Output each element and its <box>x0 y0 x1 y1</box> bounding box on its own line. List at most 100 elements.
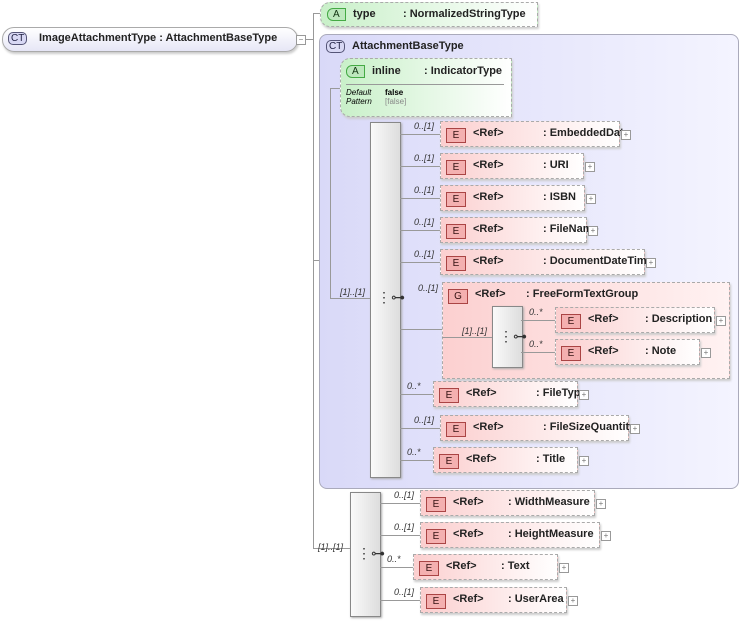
collapse-icon[interactable]: − <box>296 35 306 45</box>
attribute-inline[interactable]: A inline : IndicatorType Default false P… <box>340 58 512 117</box>
element-ref: <Ref> <box>473 421 504 433</box>
expand-icon[interactable]: + <box>621 130 631 140</box>
element-box[interactable]: E <Ref> : URI <box>440 153 584 179</box>
expand-icon[interactable]: + <box>716 316 726 326</box>
element-box[interactable]: E <Ref> : DocumentDateTime <box>440 249 653 275</box>
element-type: : Title <box>536 453 566 465</box>
default-value: false <box>385 88 404 97</box>
sequence-icon: ⋮⊶ <box>499 328 527 344</box>
complex-type-icon: CT <box>326 40 346 53</box>
element-type: : Note <box>645 345 677 357</box>
element-multiplicity: 0..[1] <box>414 217 435 227</box>
element-type: : Description <box>645 313 713 325</box>
element-icon: E <box>561 314 581 329</box>
element-box[interactable]: E <Ref> : Description <box>555 307 715 333</box>
expand-icon[interactable]: + <box>646 258 656 268</box>
element-box[interactable]: E <Ref> : WidthMeasure <box>420 490 595 516</box>
attribute-icon: A <box>346 65 365 78</box>
element-type: : URI <box>543 159 569 171</box>
element-ref: <Ref> <box>473 191 504 203</box>
element-icon: E <box>446 422 466 437</box>
element-box[interactable]: E <Ref> : FileType <box>433 381 587 407</box>
element-multiplicity: 0..* <box>529 339 543 349</box>
connector <box>400 230 440 231</box>
element-box[interactable]: E <Ref> : HeightMeasure <box>420 522 600 548</box>
connector <box>400 166 440 167</box>
expand-icon[interactable]: + <box>630 424 640 434</box>
connector <box>521 352 555 353</box>
connector <box>330 298 370 299</box>
element-box[interactable]: E <Ref> : FileSizeQuantity <box>440 415 635 441</box>
element-box[interactable]: E <Ref> : Note <box>555 339 700 365</box>
element-icon: E <box>446 160 466 175</box>
element-type: : WidthMeasure <box>508 496 590 508</box>
element-multiplicity: 0..[1] <box>394 587 415 597</box>
element-multiplicity: 0..[1] <box>414 415 435 425</box>
connector <box>330 88 331 298</box>
element-type: : EmbeddedData <box>543 127 630 139</box>
element-ref: <Ref> <box>453 593 484 605</box>
root-complex-type[interactable]: CT ImageAttachmentType : AttachmentBaseT… <box>2 27 298 52</box>
element-icon: E <box>439 388 459 403</box>
element-icon: E <box>446 192 466 207</box>
attribute-type-name: : IndicatorType <box>424 65 503 77</box>
element-box[interactable]: E <Ref> : Text <box>413 554 558 580</box>
group-sequence-compositor[interactable]: ⋮⊶ <box>492 306 527 368</box>
element-ref: <Ref> <box>473 255 504 267</box>
ext-sequence-multiplicity: [1]..[1] <box>318 542 344 552</box>
element-multiplicity: 0..[1] <box>394 490 415 500</box>
attribute-type-name: : NormalizedStringType <box>403 8 526 20</box>
element-multiplicity: 0..* <box>407 447 421 457</box>
element-box[interactable]: E <Ref> : UserArea <box>420 587 567 613</box>
expand-icon[interactable]: + <box>568 596 578 606</box>
expand-icon[interactable]: + <box>601 531 611 541</box>
connector <box>380 503 420 504</box>
element-multiplicity: 0..[1] <box>414 153 435 163</box>
group-ref: <Ref> <box>475 288 506 300</box>
element-icon: E <box>426 529 446 544</box>
expand-icon[interactable]: + <box>588 226 598 236</box>
sequence-compositor[interactable]: ⋮⊶ <box>370 122 405 478</box>
element-box[interactable]: E <Ref> : ISBN <box>440 185 585 211</box>
attribute-icon: A <box>327 8 346 21</box>
root-type-name: ImageAttachmentType : AttachmentBaseType <box>39 32 278 44</box>
connector <box>305 39 313 40</box>
attribute-type[interactable]: A type : NormalizedStringType <box>320 2 538 27</box>
element-type: : ISBN <box>543 191 576 203</box>
element-box[interactable]: E <Ref> : FileName <box>440 217 599 243</box>
element-ref: <Ref> <box>466 453 497 465</box>
element-multiplicity: 0..[1] <box>414 249 435 259</box>
ext-sequence-compositor[interactable]: ⋮⊶ <box>350 492 385 617</box>
element-ref: <Ref> <box>473 159 504 171</box>
expand-icon[interactable]: + <box>579 390 589 400</box>
element-icon: E <box>426 497 446 512</box>
expand-icon[interactable]: + <box>586 194 596 204</box>
element-ref: <Ref> <box>453 528 484 540</box>
element-ref: <Ref> <box>588 313 619 325</box>
element-ref: <Ref> <box>473 127 504 139</box>
element-box[interactable]: E <Ref> : EmbeddedData <box>440 121 630 147</box>
element-icon: E <box>439 454 459 469</box>
element-ref: <Ref> <box>473 223 504 235</box>
connector <box>400 428 440 429</box>
element-type: : DocumentDateTime <box>543 255 653 267</box>
connector <box>380 600 420 601</box>
expand-icon[interactable]: + <box>579 456 589 466</box>
expand-icon[interactable]: + <box>596 499 606 509</box>
expand-icon[interactable]: + <box>559 563 569 573</box>
connector <box>400 460 433 461</box>
element-icon: E <box>446 224 466 239</box>
element-icon: E <box>426 594 446 609</box>
sequence-icon: ⋮⊶ <box>377 289 405 305</box>
group-sequence-multiplicity: [1]..[1] <box>462 326 488 336</box>
element-type: : HeightMeasure <box>508 528 594 540</box>
element-icon: E <box>561 346 581 361</box>
element-box[interactable]: E <Ref> : Title <box>433 447 578 473</box>
expand-icon[interactable]: + <box>701 348 711 358</box>
element-icon: E <box>419 561 439 576</box>
sequence-icon: ⋮⊶ <box>357 545 385 561</box>
attribute-name: type <box>353 8 376 20</box>
element-type: : Text <box>501 560 530 572</box>
connector <box>400 134 440 135</box>
expand-icon[interactable]: + <box>585 162 595 172</box>
